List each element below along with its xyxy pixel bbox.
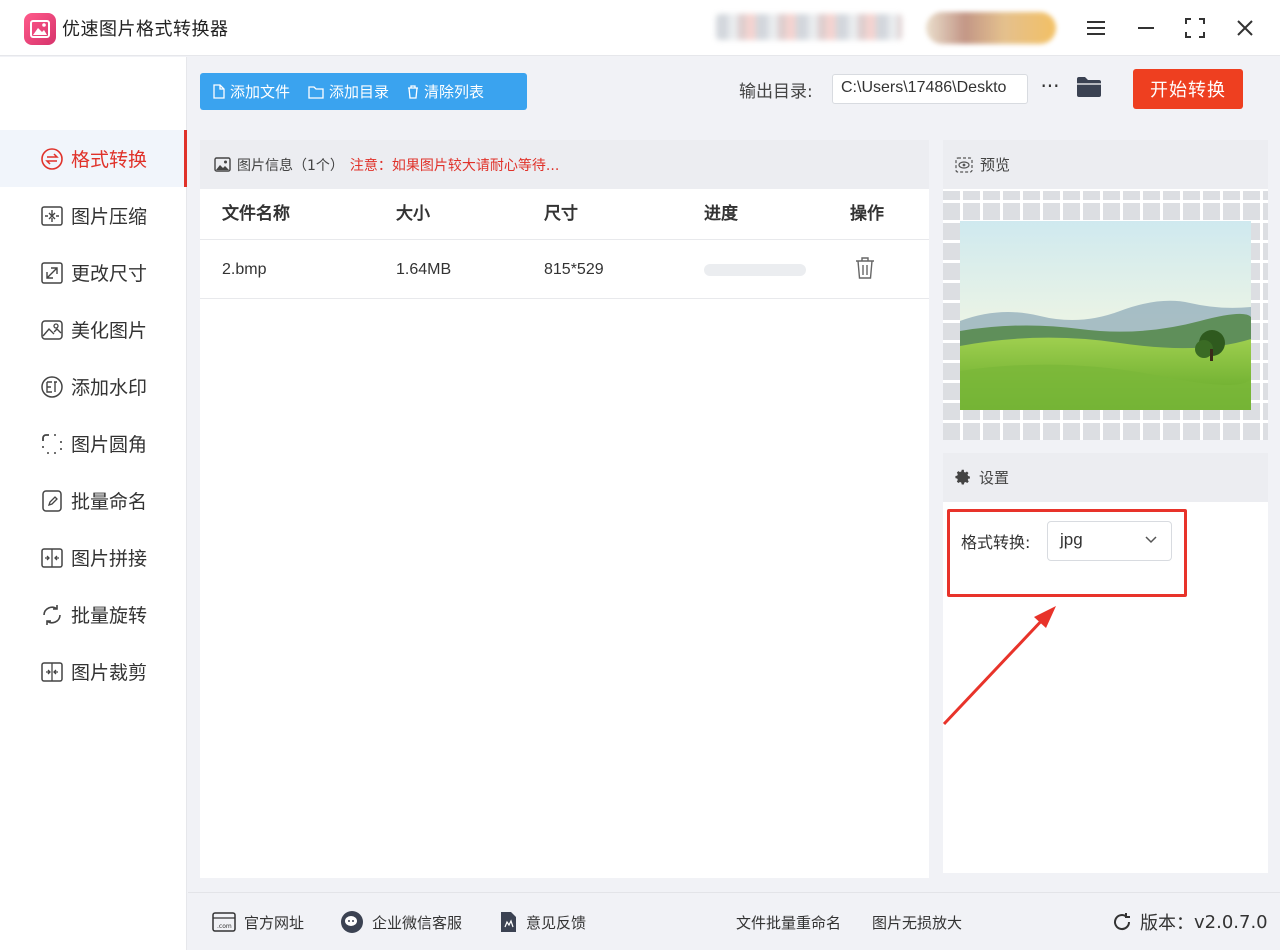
settings-title: 设置 bbox=[979, 469, 1010, 487]
preview-image bbox=[960, 221, 1251, 410]
add-folder-label: 添加目录 bbox=[329, 83, 390, 101]
feedback-icon bbox=[501, 912, 516, 932]
sidebar-item-label: 批量命名 bbox=[71, 491, 148, 513]
version-number: v2.0.7.0 bbox=[1194, 911, 1268, 933]
add-file-label: 添加文件 bbox=[230, 83, 291, 101]
sidebar-item-crop[interactable]: 图片裁剪 bbox=[0, 643, 187, 700]
clear-list-label: 清除列表 bbox=[424, 83, 485, 101]
sidebar-item-label: 批量旋转 bbox=[71, 605, 148, 627]
blurred-account-info bbox=[716, 14, 902, 40]
official-website-link[interactable]: .com 官方网址 bbox=[212, 893, 304, 950]
wechat-label: 企业微信客服 bbox=[372, 913, 463, 932]
menu-icon[interactable] bbox=[1080, 12, 1112, 44]
add-file-button[interactable]: 添加文件 bbox=[200, 73, 296, 110]
maximize-icon[interactable] bbox=[1179, 12, 1211, 44]
batch-rename-link[interactable]: 文件批量重命名 bbox=[736, 893, 841, 950]
file-dimensions: 815*529 bbox=[544, 261, 604, 278]
file-size: 1.64MB bbox=[396, 261, 452, 278]
sidebar: 格式转换 图片压缩 更改尺寸 美化图片 添加水印 图片圆角 批量命名 图片拼接 … bbox=[0, 57, 187, 950]
annotation-arrow bbox=[942, 606, 1056, 726]
sidebar-item-rotate[interactable]: 批量旋转 bbox=[0, 586, 187, 643]
file-list-panel: 图片信息（1个） 注意：如果图片较大请耐心等待... 文件名称 大小 尺寸 进度… bbox=[200, 140, 929, 878]
file-count-title: 图片信息（1个） bbox=[237, 157, 344, 174]
trash-icon bbox=[408, 84, 419, 99]
preview-panel: 预览 bbox=[943, 140, 1268, 440]
highlight-box bbox=[947, 509, 1187, 597]
beautify-icon bbox=[40, 318, 64, 342]
file-icon bbox=[213, 84, 225, 99]
eye-icon bbox=[955, 156, 973, 173]
refresh-icon bbox=[1114, 913, 1131, 931]
progress-bar bbox=[704, 264, 806, 276]
sidebar-item-label: 格式转换 bbox=[71, 149, 148, 171]
sidebar-item-label: 添加水印 bbox=[71, 377, 148, 399]
image-icon bbox=[214, 157, 231, 172]
sidebar-item-beautify[interactable]: 美化图片 bbox=[0, 301, 187, 358]
file-actions-group: 添加文件 添加目录 清除列表 bbox=[200, 73, 527, 110]
rotate-icon bbox=[40, 603, 64, 627]
col-dimensions: 尺寸 bbox=[544, 204, 578, 224]
sidebar-item-resize[interactable]: 更改尺寸 bbox=[0, 244, 187, 301]
version-info: 版本： v2.0.7.0 bbox=[1112, 893, 1268, 950]
sidebar-item-label: 图片压缩 bbox=[71, 206, 148, 228]
minimize-icon[interactable] bbox=[1130, 12, 1162, 44]
folder-outline-icon bbox=[308, 85, 324, 99]
col-size: 大小 bbox=[396, 204, 430, 224]
sidebar-item-rename[interactable]: 批量命名 bbox=[0, 472, 187, 529]
website-label: 官方网址 bbox=[244, 913, 305, 932]
feedback-label: 意见反馈 bbox=[526, 913, 587, 932]
sidebar-item-join[interactable]: 图片拼接 bbox=[0, 529, 187, 586]
gear-icon bbox=[955, 469, 970, 485]
col-filename: 文件名称 bbox=[222, 204, 290, 224]
delete-icon[interactable] bbox=[855, 256, 877, 282]
settings-header: 设置 bbox=[943, 453, 1268, 502]
title-bar: 优速图片格式转换器 bbox=[0, 0, 1280, 56]
svg-text:.com: .com bbox=[217, 923, 232, 930]
sidebar-item-format-convert[interactable]: 格式转换 bbox=[0, 130, 187, 187]
convert-icon bbox=[40, 147, 64, 171]
wechat-service-link[interactable]: 企业微信客服 bbox=[340, 893, 462, 950]
start-convert-button[interactable]: 开始转换 bbox=[1133, 69, 1243, 109]
sidebar-item-label: 更改尺寸 bbox=[71, 263, 148, 285]
folder-icon[interactable] bbox=[1076, 76, 1104, 102]
output-path-field[interactable]: C:\Users\17486\Deskto bbox=[832, 74, 1028, 104]
app-logo bbox=[24, 13, 56, 45]
round-corner-icon bbox=[40, 432, 64, 456]
clear-list-button[interactable]: 清除列表 bbox=[395, 73, 490, 110]
watermark-icon bbox=[40, 375, 64, 399]
sidebar-item-round-corner[interactable]: 图片圆角 bbox=[0, 415, 187, 472]
version-label: 版本： bbox=[1140, 913, 1194, 934]
lossless-enlarge-link[interactable]: 图片无损放大 bbox=[872, 893, 962, 950]
col-actions: 操作 bbox=[850, 204, 884, 224]
output-dir-label: 输出目录: bbox=[739, 82, 813, 102]
file-name: 2.bmp bbox=[222, 261, 267, 278]
file-panel-header: 图片信息（1个） 注意：如果图片较大请耐心等待... bbox=[200, 140, 929, 189]
feedback-link[interactable]: 意见反馈 bbox=[498, 893, 586, 950]
footer: .com 官方网址 企业微信客服 意见反馈 文件批量重命名 图片无损放大 版本：… bbox=[188, 892, 1280, 950]
sidebar-item-label: 美化图片 bbox=[71, 320, 148, 342]
app-title: 优速图片格式转换器 bbox=[62, 19, 229, 40]
sidebar-item-label: 图片裁剪 bbox=[71, 662, 148, 684]
wechat-icon bbox=[341, 911, 363, 933]
compress-icon bbox=[40, 204, 64, 228]
blurred-user-avatar[interactable] bbox=[926, 12, 1056, 44]
sidebar-item-label: 图片圆角 bbox=[71, 434, 148, 456]
sidebar-item-watermark[interactable]: 添加水印 bbox=[0, 358, 187, 415]
add-folder-button[interactable]: 添加目录 bbox=[296, 73, 395, 110]
close-icon[interactable] bbox=[1229, 12, 1261, 44]
table-row[interactable]: 2.bmp 1.64MB 815*529 bbox=[200, 240, 929, 299]
website-icon: .com bbox=[212, 912, 236, 932]
rename-icon bbox=[40, 489, 64, 513]
preview-title: 预览 bbox=[980, 156, 1011, 174]
more-options-button[interactable]: ··· bbox=[1038, 74, 1062, 104]
preview-header: 预览 bbox=[943, 140, 1268, 189]
sidebar-item-compress[interactable]: 图片压缩 bbox=[0, 187, 187, 244]
sidebar-item-label: 图片拼接 bbox=[71, 548, 148, 570]
col-progress: 进度 bbox=[704, 204, 738, 224]
table-header: 文件名称 大小 尺寸 进度 操作 bbox=[200, 189, 929, 240]
resize-icon bbox=[40, 261, 64, 285]
large-file-notice: 注意：如果图片较大请耐心等待... bbox=[349, 157, 560, 174]
join-icon bbox=[40, 546, 64, 570]
crop-icon bbox=[40, 660, 64, 684]
